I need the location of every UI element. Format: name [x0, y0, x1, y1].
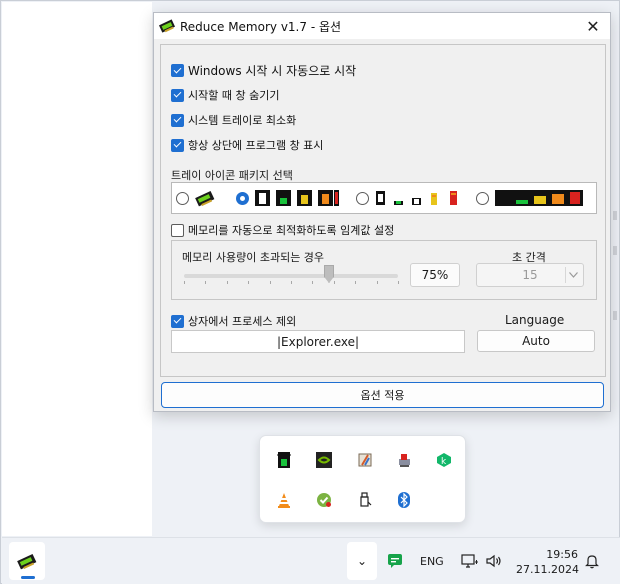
tilted-chip-icon — [195, 190, 215, 207]
taskbar: ⌄ ENG 19:56 27.11.2024 — [2, 537, 620, 584]
clock-date: 27.11.2024 — [516, 563, 579, 576]
language-label: Language — [505, 313, 565, 327]
threshold-group: 메모리 사용량이 초과되는 경우 초 간격 75% 15 — [171, 240, 597, 300]
icon-pack-radio-1[interactable] — [176, 191, 189, 205]
icon-pack-option-3[interactable] — [356, 183, 464, 213]
reduce-memory-icon[interactable] — [274, 450, 294, 470]
icon-pack-radio-2[interactable] — [236, 191, 249, 205]
auto-optimize-checkbox[interactable] — [171, 223, 184, 237]
chat-icon[interactable] — [386, 552, 404, 570]
chip-level-icons-dark — [254, 189, 340, 207]
slider-tick — [184, 281, 185, 284]
options-panel: Windows 시작 시 자동으로 시작 시작할 때 창 숨기기 시스템 트레이… — [160, 44, 606, 377]
minimize-to-tray-checkbox[interactable] — [171, 113, 184, 127]
slider-tick — [291, 281, 292, 284]
icon-pack-option-1[interactable] — [176, 183, 216, 213]
slider-tick — [312, 281, 313, 284]
slider-tick — [355, 281, 356, 284]
vlc-icon[interactable] — [274, 490, 294, 510]
auto-optimize-label: 메모리를 자동으로 최적화하도록 임계값 설정 — [188, 224, 395, 237]
apply-options-button[interactable]: 옵션 적용 — [161, 382, 604, 408]
desktop-edge-mark — [613, 211, 617, 220]
close-button[interactable]: ✕ — [576, 13, 610, 39]
icon-pack-option-2[interactable] — [236, 183, 340, 213]
slider-tick — [205, 281, 206, 284]
icon-pack-label: 트레이 아이콘 패키지 선택 — [171, 169, 293, 182]
language-button[interactable]: Auto — [477, 330, 595, 352]
minimize-to-tray-label: 시스템 트레이로 최소화 — [188, 114, 297, 127]
chevron-up-icon: ⌄ — [356, 554, 368, 568]
slider-tick — [227, 281, 228, 284]
input-language-indicator[interactable]: ENG — [420, 555, 444, 568]
always-on-top-label: 항상 상단에 프로그램 창 표시 — [188, 139, 324, 152]
always-on-top-option[interactable]: 항상 상단에 프로그램 창 표시 — [171, 137, 323, 153]
app-chip-icon — [159, 19, 175, 33]
always-on-top-checkbox[interactable] — [171, 138, 184, 152]
slider-tick — [248, 281, 249, 284]
slider-tick — [398, 281, 399, 284]
threshold-slider-track[interactable] — [184, 274, 398, 278]
hide-on-start-option[interactable]: 시작할 때 창 숨기기 — [171, 87, 279, 103]
chip-level-icons-light — [374, 189, 464, 207]
desktop-screen: Reduce Memory v1.7 - 옵션 ✕ Windows 시작 시 자… — [0, 0, 620, 584]
slider-tick — [334, 281, 335, 284]
title-bar[interactable]: Reduce Memory v1.7 - 옵션 ✕ — [154, 13, 610, 39]
bluetooth-icon[interactable] — [394, 490, 414, 510]
startup-option[interactable]: Windows 시작 시 자동으로 시작 — [171, 62, 356, 79]
options-window: Reduce Memory v1.7 - 옵션 ✕ Windows 시작 시 자… — [153, 12, 611, 412]
startup-label: Windows 시작 시 자동으로 시작 — [188, 64, 357, 78]
svg-text:k: k — [441, 457, 447, 467]
app-stamp-icon[interactable] — [394, 450, 414, 470]
taskbar-app-reduce-memory[interactable] — [9, 542, 45, 580]
exclude-process-label: 상자에서 프로세스 제외 — [188, 315, 297, 328]
slider-tick — [377, 281, 378, 284]
icon-pack-radio-4[interactable] — [476, 191, 489, 205]
notification-bell-icon[interactable] — [582, 551, 602, 571]
auto-optimize-option[interactable]: 메모리를 자동으로 최적화하도록 임계값 설정 — [171, 222, 394, 238]
chevron-down-icon[interactable] — [565, 267, 581, 283]
security-check-icon[interactable] — [314, 490, 334, 510]
exclude-process-checkbox[interactable] — [171, 314, 184, 328]
network-icon[interactable] — [460, 551, 480, 571]
interval-select[interactable]: 15 — [476, 263, 584, 287]
usage-threshold-label: 메모리 사용량이 초과되는 경우 — [182, 251, 325, 264]
clock-time: 19:56 — [546, 548, 578, 561]
interval-value: 15 — [522, 268, 538, 282]
desktop-background — [2, 2, 152, 536]
volume-icon[interactable] — [484, 551, 504, 571]
nvidia-icon[interactable] — [314, 450, 334, 470]
process-exclusion-input[interactable]: |Explorer.exe| — [171, 330, 465, 353]
icon-pack-selector — [171, 182, 597, 214]
hide-on-start-checkbox[interactable] — [171, 88, 184, 102]
threshold-slider-ticks — [184, 281, 399, 285]
desktop-edge-mark — [613, 311, 617, 320]
startup-checkbox[interactable] — [171, 64, 184, 77]
icon-pack-option-4[interactable] — [476, 183, 584, 213]
window-title: Reduce Memory v1.7 - 옵션 — [180, 19, 342, 34]
clock[interactable]: 19:56 27.11.2024 — [516, 547, 579, 577]
close-icon: ✕ — [586, 16, 600, 36]
show-hidden-icons-button[interactable]: ⌄ — [347, 542, 377, 580]
pencil-tool-icon[interactable] — [355, 450, 375, 470]
icon-pack-radio-3[interactable] — [356, 191, 369, 205]
threshold-percent: 75% — [410, 263, 460, 287]
usb-drive-icon[interactable] — [355, 490, 375, 510]
app-chip-icon — [17, 553, 37, 570]
hide-on-start-label: 시작할 때 창 숨기기 — [188, 89, 280, 102]
chip-level-icons-wide — [494, 189, 584, 207]
desktop-edge-mark — [613, 246, 617, 255]
exclude-process-option[interactable]: 상자에서 프로세스 제외 — [171, 313, 296, 329]
kaspersky-icon[interactable]: k — [434, 450, 454, 470]
active-app-indicator — [21, 576, 35, 579]
minimize-to-tray-option[interactable]: 시스템 트레이로 최소화 — [171, 112, 296, 128]
slider-tick — [270, 281, 271, 284]
tray-overflow-popup: k — [259, 435, 466, 523]
